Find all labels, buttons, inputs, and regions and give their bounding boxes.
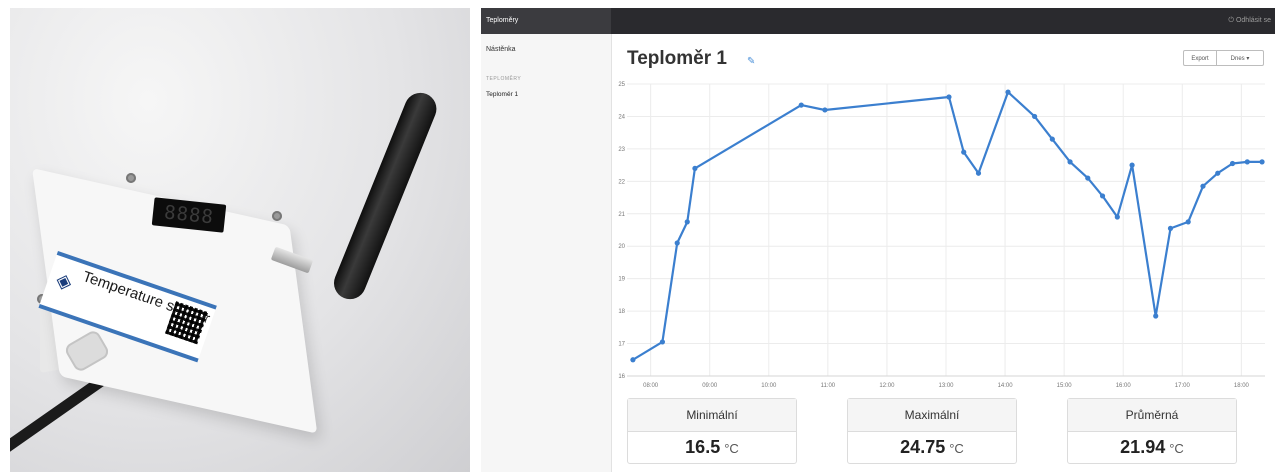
- stat-body-max: 24.75 °C: [848, 432, 1016, 464]
- x-tick-label: 12:00: [879, 383, 895, 389]
- x-tick-label: 10:00: [761, 383, 777, 389]
- data-point: [1005, 89, 1011, 95]
- sidebar-item-dashboard[interactable]: Nástěnka: [486, 46, 516, 53]
- data-point: [1185, 219, 1191, 225]
- data-point: [1167, 225, 1174, 231]
- data-point: [961, 149, 967, 155]
- data-point: [1153, 313, 1159, 319]
- data-point: [1114, 214, 1120, 220]
- stat-unit-max: °C: [949, 441, 964, 456]
- stat-value-max: 24.75: [900, 437, 946, 457]
- stat-card-max: Maximální 24.75 °C: [847, 398, 1017, 464]
- data-point: [674, 240, 680, 246]
- x-tick-label: 08:00: [643, 383, 659, 389]
- y-tick-label: 20: [618, 244, 625, 250]
- series-line: [632, 91, 1262, 361]
- y-tick-label: 22: [618, 179, 625, 185]
- data-point: [692, 165, 698, 171]
- data-point: [946, 94, 952, 100]
- y-tick-label: 17: [618, 342, 625, 348]
- stat-value-min: 16.5: [685, 437, 721, 457]
- data-point: [1049, 136, 1055, 142]
- data-point: [1032, 113, 1038, 120]
- temperature-chart: 16 17 18 19 20 21 22 23 24 25 08:00 09:00 10:00 11:0…: [618, 82, 1265, 389]
- data-point: [822, 107, 828, 113]
- data-point: [1099, 193, 1106, 199]
- y-tick-label: 23: [618, 147, 625, 153]
- stat-card-avg: Průměrná 21.94 °C: [1067, 398, 1237, 464]
- x-tick-label: 18:00: [1234, 383, 1250, 389]
- data-point: [1085, 175, 1091, 181]
- stat-card-min: Minimální 16.5 °C: [627, 398, 797, 464]
- stat-label-avg: Průměrná: [1068, 399, 1236, 432]
- stat-label-min: Minimální: [628, 399, 796, 432]
- y-tick-label: 19: [618, 277, 625, 283]
- power-icon: ⏻: [1228, 17, 1234, 24]
- stat-label-max: Maximální: [848, 399, 1016, 432]
- data-point: [1244, 159, 1250, 165]
- sidebar: Nástěnka TEPLOMĚRY Teploměr 1: [481, 34, 612, 472]
- y-tick-label: 25: [618, 82, 625, 88]
- data-point: [1067, 159, 1073, 165]
- sidebar-item-sensor-1[interactable]: Teploměr 1: [486, 91, 518, 98]
- data-point: [659, 339, 666, 345]
- x-tick-label: 17:00: [1175, 383, 1191, 389]
- data-point: [1215, 170, 1221, 176]
- top-navbar: Teploměry ⏻ Odhlásit se: [481, 8, 1275, 34]
- logout-link[interactable]: ⏻ Odhlásit se: [1228, 8, 1271, 34]
- page-title: Teploměr 1: [627, 48, 727, 69]
- screw: [272, 211, 282, 221]
- x-tick-label: 15:00: [1057, 383, 1073, 389]
- y-tick-label: 24: [618, 114, 625, 120]
- main-content: Teploměr 1 ✎ Export Dnes ▾ 16 17 18 19 20 21 2…: [611, 34, 1275, 472]
- data-point: [1229, 160, 1236, 167]
- stat-value-avg: 21.94: [1120, 437, 1166, 457]
- data-point: [1259, 159, 1265, 165]
- y-axis: 16 17 18 19 20 21 22 23 24 25: [618, 82, 625, 380]
- antenna: [329, 88, 442, 304]
- edit-icon[interactable]: ✎: [747, 56, 755, 67]
- data-point: [1129, 162, 1135, 168]
- logout-label: Odhlásit se: [1235, 17, 1271, 24]
- stat-body-min: 16.5 °C: [628, 432, 796, 464]
- y-tick-label: 16: [618, 374, 625, 380]
- x-tick-label: 09:00: [702, 383, 718, 389]
- stat-body-avg: 21.94 °C: [1068, 432, 1236, 464]
- device-photo: 8888 ◈ Temperature sensor: [10, 8, 470, 472]
- y-tick-label: 21: [618, 212, 625, 218]
- y-tick-label: 18: [618, 309, 625, 315]
- brand-link[interactable]: Teploměry: [481, 8, 611, 34]
- data-point: [684, 219, 690, 225]
- data-point: [975, 170, 982, 176]
- sidebar-section-title: TEPLOMĚRY: [486, 76, 522, 82]
- export-button[interactable]: Export: [1183, 50, 1217, 66]
- web-app: Teploměry ⏻ Odhlásit se Nástěnka TEPLOMĚR…: [481, 8, 1275, 472]
- x-tick-label: 16:00: [1116, 383, 1132, 389]
- temperature-series: [630, 89, 1265, 363]
- screw: [126, 173, 136, 183]
- x-tick-label: 14:00: [998, 383, 1014, 389]
- x-tick-label: 13:00: [938, 383, 954, 389]
- stat-unit-avg: °C: [1169, 441, 1184, 456]
- data-point: [798, 102, 804, 108]
- range-dropdown[interactable]: Dnes ▾: [1216, 50, 1264, 66]
- drop-icon: ◈: [53, 268, 75, 295]
- stat-unit-min: °C: [724, 441, 739, 456]
- data-point: [630, 357, 636, 363]
- data-point: [1200, 183, 1206, 189]
- x-axis: 08:00 09:00 10:00 11:00 12:00 13:00 14:00 15:00…: [643, 383, 1249, 389]
- x-tick-label: 11:00: [821, 383, 836, 389]
